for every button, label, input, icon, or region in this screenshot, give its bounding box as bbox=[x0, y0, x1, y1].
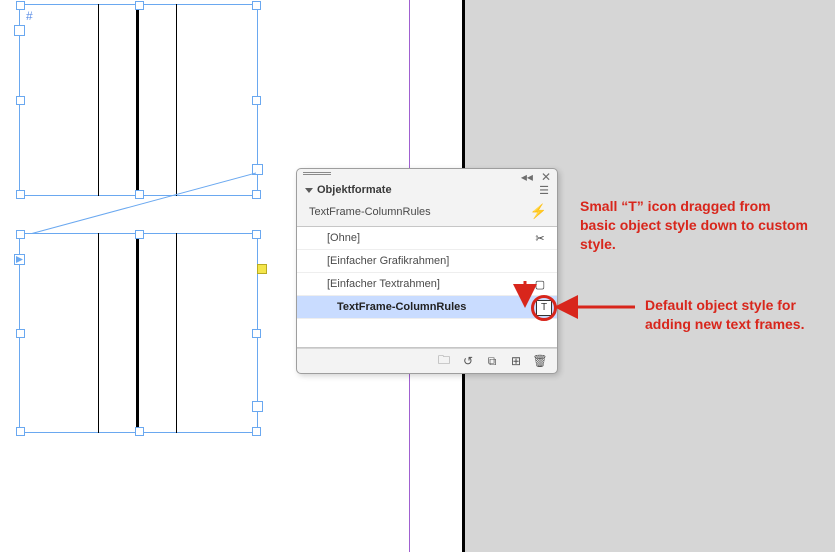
out-port[interactable] bbox=[252, 401, 263, 412]
new-style-icon[interactable]: ⊞ bbox=[509, 354, 523, 368]
annotation-right: Default object style for adding new text… bbox=[645, 296, 820, 334]
panel-footer: 🗀 ↺ ⧉ ⊞ 🗑 bbox=[297, 348, 557, 373]
applied-style-name: TextFrame-ColumnRules bbox=[309, 206, 431, 218]
none-marker-icon: ✂ bbox=[531, 232, 549, 245]
panel-title-bar[interactable]: ◂◂ ✕ bbox=[297, 169, 557, 179]
clear-overrides-icon[interactable]: ↺ bbox=[461, 354, 475, 368]
group-icon[interactable]: ⧉ bbox=[485, 354, 499, 368]
style-label: TextFrame-ColumnRules bbox=[297, 301, 531, 313]
out-port[interactable] bbox=[252, 164, 263, 175]
panel-grip-icon[interactable] bbox=[303, 172, 331, 176]
column-rule bbox=[98, 233, 99, 433]
live-corner-widget[interactable] bbox=[257, 264, 267, 274]
column-rule bbox=[136, 4, 139, 196]
frame-glyph-icon: ▢ bbox=[531, 278, 549, 291]
overset-hash: # bbox=[26, 9, 33, 23]
panel-tab[interactable]: Objektformate ☰ bbox=[297, 179, 557, 201]
column-rule bbox=[176, 233, 177, 433]
style-label: [Einfacher Textrahmen] bbox=[297, 278, 531, 290]
disclosure-triangle-icon[interactable] bbox=[305, 188, 313, 193]
trash-icon[interactable]: 🗑 bbox=[533, 354, 547, 368]
style-row-none[interactable]: [Ohne] ✂ bbox=[297, 227, 557, 250]
text-frame-bottom[interactable] bbox=[19, 233, 258, 433]
in-port[interactable] bbox=[14, 254, 25, 265]
annotation-top: Small “T” icon dragged from basic object… bbox=[580, 197, 810, 254]
column-rule bbox=[136, 233, 139, 433]
close-icon[interactable]: ✕ bbox=[541, 170, 551, 184]
styles-list: [Ohne] ✂ [Einfacher Grafikrahmen] [Einfa… bbox=[297, 226, 557, 348]
style-row-basic-text[interactable]: [Einfacher Textrahmen] ▢ bbox=[297, 273, 557, 296]
in-port[interactable] bbox=[14, 25, 25, 36]
style-label: [Ohne] bbox=[297, 232, 531, 244]
style-row-basic-graphic[interactable]: [Einfacher Grafikrahmen] bbox=[297, 250, 557, 273]
folder-icon[interactable]: 🗀 bbox=[437, 354, 451, 368]
style-label: [Einfacher Grafikrahmen] bbox=[297, 255, 531, 267]
style-row-columnrules[interactable]: TextFrame-ColumnRules bbox=[297, 296, 557, 319]
column-rule bbox=[98, 4, 99, 196]
panel-title: Objektformate bbox=[317, 184, 392, 196]
column-rule bbox=[176, 4, 177, 196]
quick-apply-lightning-icon[interactable]: ⚡ bbox=[530, 203, 547, 220]
panel-menu-icon[interactable]: ☰ bbox=[539, 184, 557, 197]
object-styles-panel[interactable]: ◂◂ ✕ Objektformate ☰ TextFrame-ColumnRul… bbox=[296, 168, 558, 374]
text-frame-top[interactable]: # bbox=[19, 4, 258, 196]
collapse-icon[interactable]: ◂◂ bbox=[521, 170, 533, 184]
annotation-circle bbox=[531, 295, 557, 321]
canvas: # ◂◂ ✕ bbox=[0, 0, 835, 552]
